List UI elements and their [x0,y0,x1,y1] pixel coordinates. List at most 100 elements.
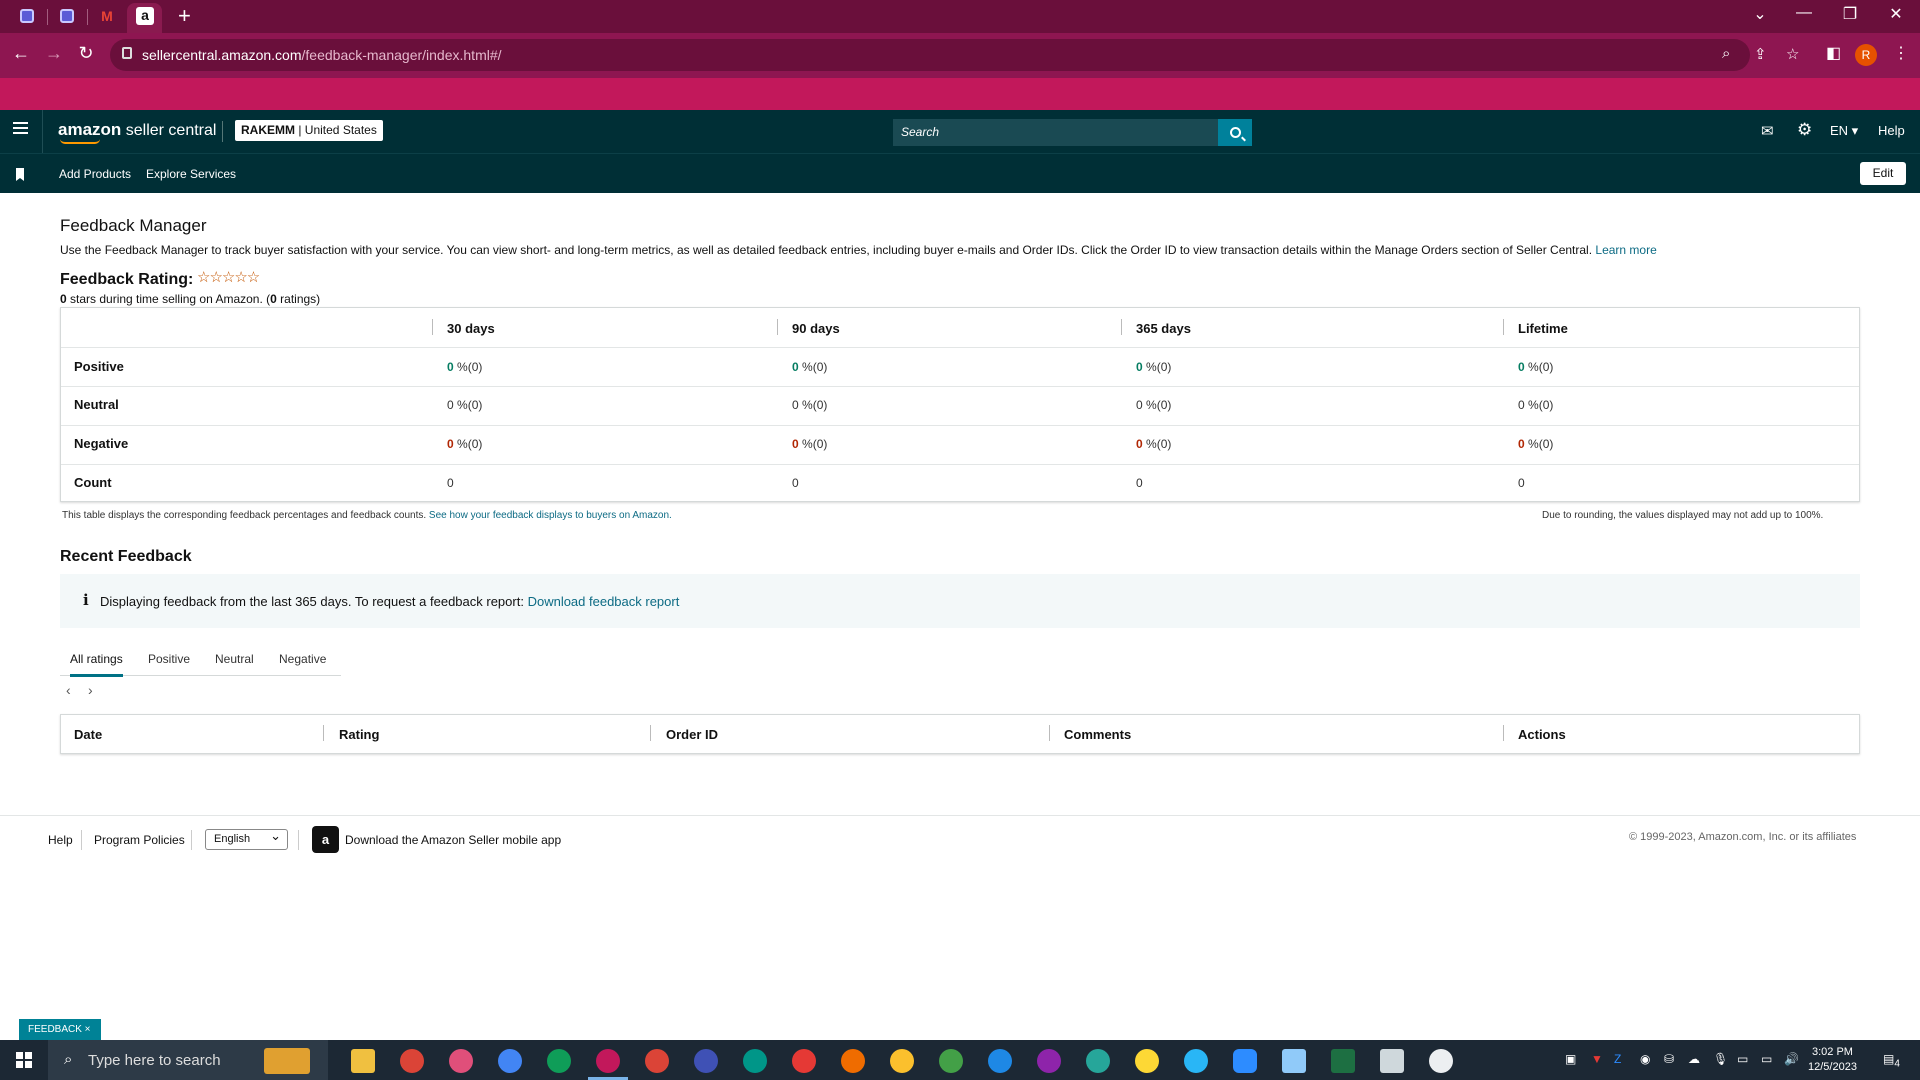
mail-icon[interactable]: ✉ [1761,122,1774,140]
chrome-profile-icon[interactable] [596,1049,620,1073]
back-icon[interactable]: ← [9,43,33,64]
footer-policies-link[interactable]: Program Policies [94,833,185,847]
notepad-icon[interactable] [1282,1049,1306,1073]
chrome-profile-icon[interactable] [988,1049,1012,1073]
telegram-icon[interactable] [1184,1049,1208,1073]
footer-app-link[interactable]: Download the Amazon Seller mobile app [345,833,561,847]
chrome-profile-icon[interactable] [498,1049,522,1073]
reload-icon[interactable]: ↻ [74,43,98,64]
bookmark-icon[interactable] [16,168,24,181]
col-date[interactable]: Date [74,727,102,742]
tab-favicon-2[interactable] [56,5,78,27]
taskbar-clock[interactable]: 3:02 PM 12/5/2023 [1808,1045,1857,1075]
forward-icon[interactable]: → [42,43,66,64]
col-comments[interactable]: Comments [1064,727,1131,742]
lock-icon [122,47,132,59]
tab-neutral[interactable]: Neutral [215,652,254,666]
amazon-smile-icon [60,139,100,144]
table-cell: 0 %(0) [1136,437,1172,451]
footer-help-link[interactable]: Help [48,833,73,847]
chrome-profile-icon[interactable] [1086,1049,1110,1073]
next-page-icon[interactable]: › [88,682,93,698]
chrome-profile-icon[interactable] [400,1049,424,1073]
windows-start-icon[interactable] [16,1052,32,1068]
display-icon[interactable]: ▭ [1761,1052,1772,1066]
calculator-icon[interactable] [1380,1049,1404,1073]
nav-explore-services[interactable]: Explore Services [146,167,236,181]
profile-avatar[interactable]: R [1855,44,1877,66]
edit-button[interactable]: Edit [1860,162,1906,185]
help-link[interactable]: Help [1878,123,1905,138]
tab-search-icon[interactable]: ⌄ [1740,4,1780,24]
tab-separator [47,9,48,25]
col-actions[interactable]: Actions [1518,727,1566,742]
zoom-tray-icon[interactable]: Z [1614,1052,1621,1066]
zoom-app-icon[interactable] [1233,1049,1257,1073]
side-panel-icon[interactable]: ◧ [1826,43,1841,63]
footer-divider [0,815,1920,816]
close-window-icon[interactable]: ✕ [1876,4,1916,24]
col-rating[interactable]: Rating [339,727,379,742]
chrome-profile-icon[interactable] [743,1049,767,1073]
chrome-profile-icon[interactable] [890,1049,914,1073]
chrome-profile-icon[interactable] [1037,1049,1061,1073]
learn-more-link[interactable]: Learn more [1595,243,1656,257]
browser-menu-icon[interactable]: ⋮ [1893,43,1909,63]
col-365-days: 365 days [1136,321,1191,336]
language-selector[interactable]: EN ▾ [1830,123,1858,139]
notification-icon[interactable]: ▤4 [1883,1052,1900,1069]
microphone-icon[interactable]: 🎙 [1713,1052,1728,1066]
battery-icon[interactable]: ▭ [1737,1052,1748,1066]
bookmark-star-icon[interactable]: ☆ [1786,45,1799,63]
news-widget-icon[interactable] [264,1048,310,1074]
search-input[interactable]: Search [893,119,1218,146]
footer-separator [81,830,82,850]
new-tab-icon[interactable]: + [178,3,191,29]
col-order-id[interactable]: Order ID [666,727,718,742]
share-icon[interactable]: ⇪ [1754,45,1767,63]
download-report-link[interactable]: Download feedback report [528,594,680,609]
tray-icon[interactable]: ▼ [1591,1052,1603,1066]
nav-add-products[interactable]: Add Products [59,167,131,181]
paint-icon[interactable] [1429,1049,1453,1073]
row-label-positive: Positive [74,359,124,374]
hamburger-menu-icon[interactable] [13,122,28,134]
volume-icon[interactable]: 🔊 [1784,1052,1799,1066]
drive-icon[interactable]: ⛁ [1664,1052,1674,1066]
seller-app-icon[interactable]: a [312,826,339,853]
address-bar[interactable]: sellercentral.amazon.com/feedback-manage… [110,39,1799,71]
settings-gear-icon[interactable]: ⚙ [1797,120,1812,140]
chrome-profile-icon[interactable] [645,1049,669,1073]
chrome-profile-icon[interactable] [694,1049,718,1073]
tray-icon[interactable]: ▣ [1565,1052,1576,1066]
chrome-profile-icon[interactable] [547,1049,571,1073]
tab-all-ratings[interactable]: All ratings [70,652,123,666]
account-switcher[interactable]: RAKEMM | United States [235,120,383,141]
tab-separator [87,9,88,25]
minimize-icon[interactable]: — [1784,4,1824,22]
gmail-tab-icon[interactable]: M [96,5,118,27]
chrome-profile-icon[interactable] [449,1049,473,1073]
amazon-tab-icon[interactable]: a [136,7,154,25]
search-button[interactable] [1218,119,1252,146]
tab-negative[interactable]: Negative [279,652,326,666]
table-note: This table displays the corresponding fe… [62,510,672,521]
network-icon[interactable]: ☁ [1688,1052,1700,1066]
file-explorer-icon[interactable] [351,1049,375,1073]
toolbar-row: ← → ↻ sellercentral.amazon.com/feedback-… [0,33,1920,78]
restore-icon[interactable]: ❐ [1830,4,1870,24]
feedback-display-link[interactable]: See how your feedback displays to buyers… [429,510,672,521]
chrome-profile-icon[interactable] [939,1049,963,1073]
excel-icon[interactable] [1331,1049,1355,1073]
sticky-app-icon[interactable] [1135,1049,1159,1073]
seller-central-logo[interactable]: amazon seller central [58,120,216,144]
zoom-icon[interactable]: ⌕ [1722,45,1730,62]
prev-page-icon[interactable]: ‹ [66,682,71,698]
chrome-profile-icon[interactable] [841,1049,865,1073]
tray-icon[interactable]: ◉ [1640,1052,1650,1066]
chrome-profile-icon[interactable] [792,1049,816,1073]
tab-favicon-1[interactable] [16,5,38,27]
feedback-tag-button[interactable]: FEEDBACK × [19,1019,101,1040]
footer-language-select[interactable]: English [205,828,288,850]
tab-positive[interactable]: Positive [148,652,190,666]
